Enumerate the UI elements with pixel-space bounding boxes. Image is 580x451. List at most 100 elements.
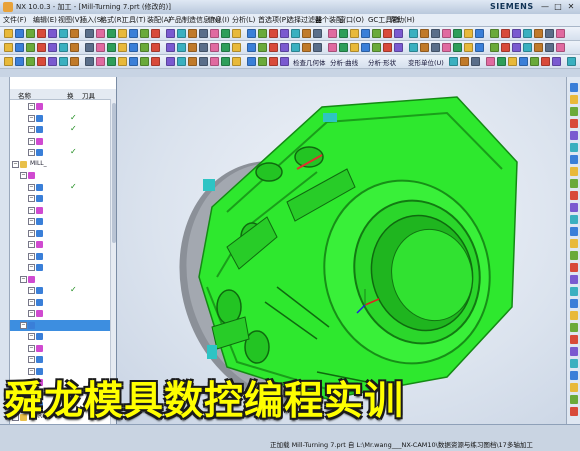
tb2-tool-icon[interactable] [339, 43, 348, 52]
tb1-tool-icon[interactable] [15, 29, 24, 38]
tb2-tool-icon[interactable] [372, 43, 381, 52]
tb3-tool-icon[interactable] [118, 57, 127, 66]
expand-toggle-icon[interactable]: − [28, 195, 35, 202]
tb1-tool-icon[interactable] [85, 29, 94, 38]
navigator-row[interactable]: − ✓ [0, 182, 110, 193]
tb2-tool-icon[interactable] [490, 43, 499, 52]
tb3-tool-icon[interactable] [552, 57, 561, 66]
navigator-row[interactable]: − [0, 251, 110, 262]
analyze-shape-label[interactable]: 分析·形状 [368, 57, 396, 67]
tb3-tool-icon[interactable] [269, 57, 278, 66]
tb1-tool-icon[interactable] [394, 29, 403, 38]
resource-icon[interactable] [570, 95, 578, 104]
resource-icon[interactable] [570, 155, 578, 164]
tb1-tool-icon[interactable] [350, 29, 359, 38]
tb3-tool-icon[interactable] [210, 57, 219, 66]
column-tool[interactable]: 刀具 [82, 90, 95, 100]
tb3-tool-icon[interactable] [59, 57, 68, 66]
tb3-tool-icon[interactable] [258, 57, 267, 66]
expand-toggle-icon[interactable]: − [28, 287, 35, 294]
menu-item-5[interactable]: 工具(T) [122, 15, 146, 25]
resource-icon[interactable] [570, 227, 578, 236]
tb3-tool-icon[interactable] [4, 57, 13, 66]
tb2-tool-icon[interactable] [70, 43, 79, 52]
menu-item-10[interactable]: 首选项(P) [258, 15, 289, 25]
resource-icon[interactable] [570, 335, 578, 344]
tb1-tool-icon[interactable] [464, 29, 473, 38]
navigator-row[interactable]: − [0, 297, 110, 308]
tb2-tool-icon[interactable] [431, 43, 440, 52]
tb3-tool-icon[interactable] [232, 57, 241, 66]
tb2-tool-icon[interactable] [545, 43, 554, 52]
tb3-tool-icon[interactable] [37, 57, 46, 66]
resource-icon[interactable] [570, 251, 578, 260]
deform-unit-label[interactable]: 变形单位(U) [408, 57, 444, 67]
resource-icon[interactable] [570, 299, 578, 308]
tb2-tool-icon[interactable] [501, 43, 510, 52]
tb3-tool-icon[interactable] [177, 57, 186, 66]
tb1-tool-icon[interactable] [232, 29, 241, 38]
navigator-row[interactable]: − [0, 193, 110, 204]
tb3-tool-icon[interactable] [486, 57, 495, 66]
expand-toggle-icon[interactable]: − [28, 252, 35, 260]
tb1-tool-icon[interactable] [48, 29, 57, 38]
navigator-row[interactable]: − [0, 262, 110, 273]
navigator-row[interactable]: − [0, 101, 110, 112]
tb2-tool-icon[interactable] [269, 43, 278, 52]
resource-icon[interactable] [570, 107, 578, 116]
resource-icon[interactable] [570, 191, 578, 200]
tb2-tool-icon[interactable] [350, 43, 359, 52]
resource-icon[interactable] [570, 311, 578, 320]
expand-toggle-icon[interactable]: − [28, 126, 35, 133]
tb2-tool-icon[interactable] [464, 43, 473, 52]
tb2-tool-icon[interactable] [199, 43, 208, 52]
navigator-row[interactable]: − [0, 170, 110, 181]
navigator-row[interactable]: − ✓ [0, 124, 110, 135]
tb1-tool-icon[interactable] [199, 29, 208, 38]
tb2-tool-icon[interactable] [361, 43, 370, 52]
check-geometry-label[interactable]: 检查几何体 [293, 57, 326, 67]
tb2-tool-icon[interactable] [96, 43, 105, 52]
tb1-tool-icon[interactable] [545, 29, 554, 38]
resource-bar[interactable] [0, 77, 10, 424]
menu-item-15[interactable]: 帮助(H) [390, 15, 415, 25]
resource-icon[interactable] [570, 371, 578, 380]
tb2-tool-icon[interactable] [383, 43, 392, 52]
tb1-tool-icon[interactable] [37, 29, 46, 38]
resource-icon[interactable] [570, 131, 578, 140]
tb1-tool-icon[interactable] [313, 29, 322, 38]
tb1-tool-icon[interactable] [534, 29, 543, 38]
navigator-row[interactable]: − MILL_ [0, 159, 110, 170]
tb1-tool-icon[interactable] [383, 29, 392, 38]
resource-icon[interactable] [570, 143, 578, 152]
expand-toggle-icon[interactable]: − [20, 321, 27, 329]
navigator-row[interactable]: − [0, 205, 110, 216]
tb2-tool-icon[interactable] [166, 43, 175, 52]
tb1-tool-icon[interactable] [118, 29, 127, 38]
navigator-row[interactable]: − ✓ [0, 147, 110, 158]
expand-toggle-icon[interactable]: − [28, 149, 35, 156]
expand-toggle-icon[interactable]: − [28, 310, 35, 317]
expand-toggle-icon[interactable]: − [28, 264, 35, 271]
expand-toggle-icon[interactable]: − [28, 367, 35, 375]
tb1-tool-icon[interactable] [291, 29, 300, 38]
graphics-window[interactable] [117, 77, 566, 424]
tb1-tool-icon[interactable] [221, 29, 230, 38]
maximize-button[interactable]: □ [553, 2, 563, 11]
tb1-tool-icon[interactable] [210, 29, 219, 38]
navigator-row[interactable]: − [0, 331, 110, 342]
expand-toggle-icon[interactable]: − [20, 172, 27, 179]
tb1-tool-icon[interactable] [280, 29, 289, 38]
tb2-tool-icon[interactable] [313, 43, 322, 52]
navigator-row[interactable]: − [0, 354, 110, 365]
tb3-tool-icon[interactable] [199, 57, 208, 66]
tb1-tool-icon[interactable] [302, 29, 311, 38]
column-name[interactable]: 名称 [18, 90, 31, 100]
tb2-tool-icon[interactable] [475, 43, 484, 52]
tb3-tool-icon[interactable] [280, 57, 289, 66]
tb2-tool-icon[interactable] [442, 43, 451, 52]
resource-icon[interactable] [570, 167, 578, 176]
navigator-row[interactable]: − ✓ [0, 285, 110, 296]
tb2-tool-icon[interactable] [247, 43, 256, 52]
tb2-tool-icon[interactable] [556, 43, 565, 52]
